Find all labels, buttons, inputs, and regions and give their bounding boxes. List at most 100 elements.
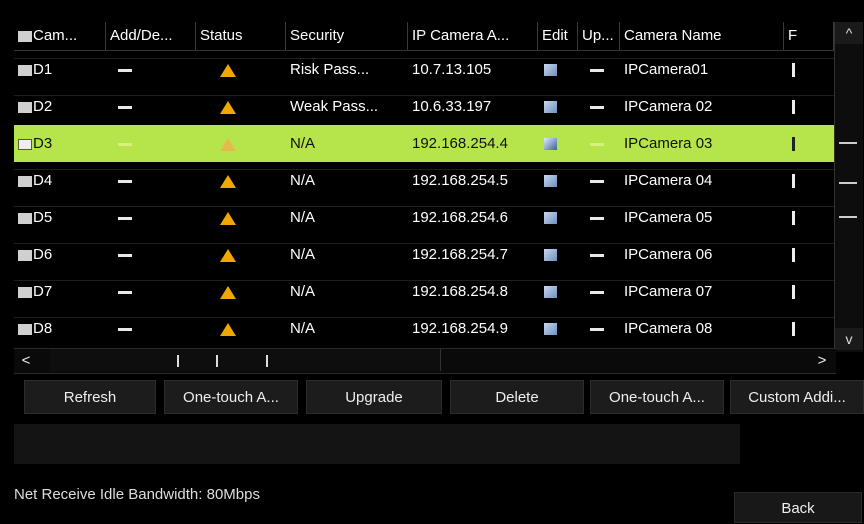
add-delete-cell[interactable] xyxy=(106,199,196,236)
upgrade-cell[interactable] xyxy=(578,125,620,162)
status-cell xyxy=(196,88,286,125)
header-status[interactable]: Status xyxy=(196,22,286,50)
delete-dash-icon[interactable] xyxy=(118,68,132,72)
delete-button[interactable]: Delete xyxy=(450,380,584,414)
scroll-left-button[interactable]: < xyxy=(14,349,38,373)
scrollbar-mark xyxy=(839,182,857,184)
header-f[interactable]: F xyxy=(784,22,834,50)
edit-cell[interactable] xyxy=(538,310,578,347)
header-add-delete[interactable]: Add/De... xyxy=(106,22,196,50)
edit-cell[interactable] xyxy=(538,162,578,199)
extra-cell xyxy=(784,310,834,347)
upgrade-cell[interactable] xyxy=(578,310,620,347)
delete-dash-icon[interactable] xyxy=(118,179,132,183)
edit-cell[interactable] xyxy=(538,88,578,125)
camera-id-cell: D7 xyxy=(14,273,106,310)
edit-cell[interactable] xyxy=(538,236,578,273)
camera-id: D1 xyxy=(33,61,53,78)
edit-icon[interactable] xyxy=(544,64,557,77)
delete-dash-icon[interactable] xyxy=(118,253,132,257)
header-upgrade[interactable]: Up... xyxy=(578,22,620,50)
scroll-up-button[interactable]: ^ xyxy=(835,22,863,44)
action-buttons: Refresh One-touch A... Upgrade Delete On… xyxy=(24,380,864,416)
table-row[interactable]: D6 N/A 192.168.254.7 IPCamera 06 xyxy=(14,236,834,273)
camera-id-cell: D4 xyxy=(14,162,106,199)
horizontal-scrollbar[interactable]: < > xyxy=(14,348,836,374)
delete-dash-icon[interactable] xyxy=(118,216,132,220)
edit-cell[interactable] xyxy=(538,125,578,162)
table-row[interactable]: D3 N/A 192.168.254.4 IPCamera 03 xyxy=(14,125,834,162)
ip-address-cell: 192.168.254.7 xyxy=(412,246,508,263)
edit-cell[interactable] xyxy=(538,199,578,236)
table-row[interactable]: D7 N/A 192.168.254.8 IPCamera 07 xyxy=(14,273,834,310)
horizontal-scroll-track[interactable] xyxy=(50,349,441,371)
upgrade-cell[interactable] xyxy=(578,199,620,236)
table-row[interactable]: D2 Weak Pass... 10.6.33.197 IPCamera 02 xyxy=(14,88,834,125)
header-ip-address[interactable]: IP Camera A... xyxy=(408,22,538,50)
table-row[interactable]: D8 N/A 192.168.254.9 IPCamera 08 xyxy=(14,310,834,347)
edit-icon[interactable] xyxy=(544,249,557,262)
upgrade-cell[interactable] xyxy=(578,162,620,199)
header-camera[interactable]: Cam... xyxy=(14,22,106,50)
delete-dash-icon[interactable] xyxy=(118,327,132,331)
row-checkbox[interactable] xyxy=(18,286,32,298)
add-delete-cell[interactable] xyxy=(106,310,196,347)
delete-dash-icon[interactable] xyxy=(118,290,132,294)
warning-icon xyxy=(220,211,236,225)
delete-dash-icon[interactable] xyxy=(118,105,132,109)
row-checkbox[interactable] xyxy=(18,101,32,113)
bar-icon xyxy=(792,285,795,300)
one-touch-adding-button[interactable]: One-touch A... xyxy=(590,380,724,414)
upgrade-cell[interactable] xyxy=(578,236,620,273)
select-all-checkbox[interactable] xyxy=(18,30,32,42)
upgrade-cell[interactable] xyxy=(578,51,620,88)
header-camera-name[interactable]: Camera Name xyxy=(620,22,784,50)
security-cell: Risk Pass... xyxy=(290,61,370,78)
row-checkbox[interactable] xyxy=(18,64,32,76)
ip-address-cell: 192.168.254.9 xyxy=(412,320,508,337)
add-delete-cell[interactable] xyxy=(106,125,196,162)
refresh-button[interactable]: Refresh xyxy=(24,380,156,414)
table-row[interactable]: D1 Risk Pass... 10.7.13.105 IPCamera01 xyxy=(14,51,834,88)
warning-icon xyxy=(220,174,236,188)
upgrade-cell[interactable] xyxy=(578,273,620,310)
scroll-right-button[interactable]: > xyxy=(810,349,834,373)
row-checkbox[interactable] xyxy=(18,212,32,224)
row-checkbox[interactable] xyxy=(18,323,32,335)
table-row[interactable]: D5 N/A 192.168.254.6 IPCamera 05 xyxy=(14,199,834,236)
status-cell xyxy=(196,199,286,236)
edit-icon[interactable] xyxy=(544,138,557,151)
header-edit[interactable]: Edit xyxy=(538,22,578,50)
upgrade-dash-icon xyxy=(590,327,604,331)
row-checkbox[interactable] xyxy=(18,175,32,187)
vertical-scrollbar[interactable]: ^ v xyxy=(834,22,863,352)
security-cell: Weak Pass... xyxy=(290,98,379,115)
add-delete-cell[interactable] xyxy=(106,273,196,310)
add-delete-cell[interactable] xyxy=(106,236,196,273)
table-row[interactable]: D4 N/A 192.168.254.5 IPCamera 04 xyxy=(14,162,834,199)
edit-cell[interactable] xyxy=(538,273,578,310)
row-checkbox[interactable] xyxy=(18,138,32,150)
edit-icon[interactable] xyxy=(544,212,557,225)
scroll-tick xyxy=(266,355,268,367)
edit-icon[interactable] xyxy=(544,175,557,188)
upgrade-cell[interactable] xyxy=(578,88,620,125)
add-delete-cell[interactable] xyxy=(106,88,196,125)
edit-icon[interactable] xyxy=(544,286,557,299)
camera-id: D7 xyxy=(33,283,53,300)
add-delete-cell[interactable] xyxy=(106,162,196,199)
edit-icon[interactable] xyxy=(544,323,557,336)
upgrade-button[interactable]: Upgrade xyxy=(306,380,442,414)
edit-cell[interactable] xyxy=(538,51,578,88)
header-security[interactable]: Security xyxy=(286,22,408,50)
scroll-down-button[interactable]: v xyxy=(835,328,863,350)
edit-icon[interactable] xyxy=(544,101,557,114)
delete-dash-icon[interactable] xyxy=(118,142,132,146)
scroll-tick xyxy=(216,355,218,367)
add-delete-cell[interactable] xyxy=(106,51,196,88)
status-cell xyxy=(196,162,286,199)
custom-adding-button[interactable]: Custom Addi... xyxy=(730,380,864,414)
row-checkbox[interactable] xyxy=(18,249,32,261)
back-button[interactable]: Back xyxy=(734,492,862,523)
one-touch-activate-button[interactable]: One-touch A... xyxy=(164,380,298,414)
